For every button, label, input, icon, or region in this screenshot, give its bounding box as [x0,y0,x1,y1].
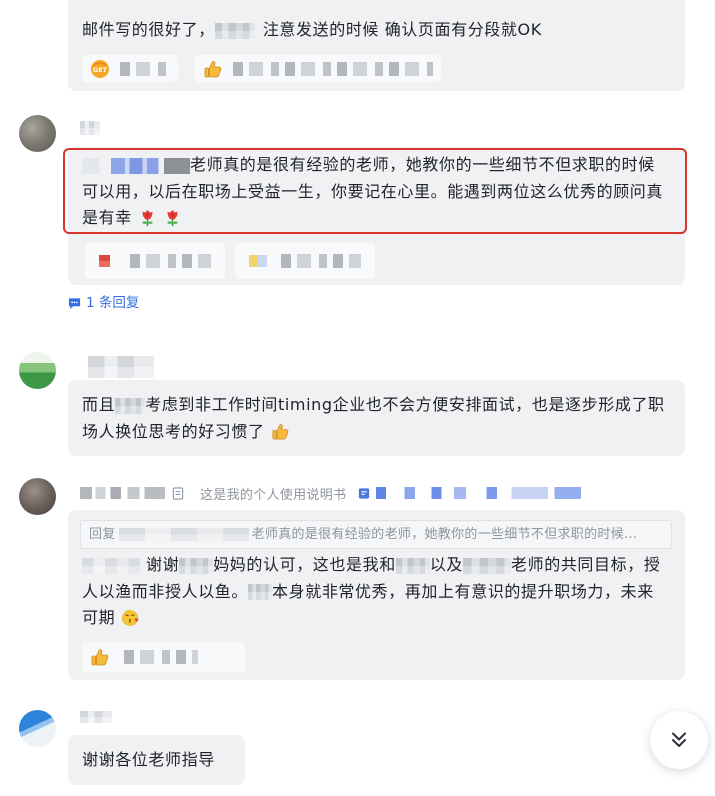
redacted-blur [281,254,361,268]
redacted-blur [179,557,214,574]
comment-text-segment: 妈妈的认可，这也是我和 [213,555,396,574]
comment-bubble: 回复 老师真的是很有经验的老师，她教你的一些细节不但求职的时候... 谢谢 妈妈的认… [68,510,685,680]
avatar[interactable] [19,115,56,152]
author-name[interactable] [80,711,112,723]
comment-text-segment: 而且 [82,395,116,414]
reaction-pill[interactable] [195,55,441,82]
double-chevron-down-icon [672,732,686,747]
comment-thread: 邮件写的很好了， 注意发送的时候 确认页面有分段就OK GET 老师真的是很有经… [0,0,715,796]
redacted-blur [118,528,249,541]
author-name[interactable] [80,121,100,135]
redacted-blur [129,254,211,268]
reaction-row [82,642,245,672]
thumbs-up-icon [91,649,109,666]
redacted-blur [214,22,255,39]
reply-count-label: 1 条回复 [86,295,140,311]
redacted-blur [99,255,110,267]
document-link-icon[interactable] [358,487,370,500]
comment-bubble: 老师真的是很有经验的老师，她教你的一些细节不但求职的时候可以用，以后在职场上受益… [68,147,685,285]
rose-icon [142,209,153,227]
comment-text-segment: 考虑到非工作时间timing企业也不会方便安排面试，也是逐步形成了职场人换位思考… [82,395,665,441]
reaction-pill[interactable] [82,642,245,672]
thumbs-up-icon [272,423,288,439]
redacted-blur [233,61,433,76]
author-signature: 这是我的个人使用说明书 [200,487,347,503]
reaction-pill[interactable] [235,243,375,279]
avatar[interactable] [19,352,56,389]
avatar[interactable] [19,478,56,515]
avatar[interactable] [19,710,56,747]
comment-text: 邮件写的很好了， 注意发送的时候 确认页面有分段就OK [82,17,667,44]
reply-count-link[interactable]: 1 条回复 [68,294,139,312]
quote-text: 老师真的是很有经验的老师，她教你的一些细节不但求职的时候... [251,527,638,542]
get-emoji-icon: GET [91,59,109,78]
comment-bubble: 邮件写的很好了， 注意发送的时候 确认页面有分段就OK GET [68,0,685,91]
redacted-blur [248,584,273,600]
comment-text-segment: 邮件写的很好了， [82,20,215,39]
redacted-blur [120,61,170,76]
redacted-blur [376,487,582,499]
comment-bubble: 谢谢各位老师指导 [68,735,245,785]
comment-text: 而且 考虑到非工作时间timing企业也不会方便安排面试，也是逐步形成了职场人换位… [82,392,667,445]
comment-bubble: 而且 考虑到非工作时间timing企业也不会方便安排面试，也是逐步形成了职场人换位… [68,380,685,456]
quote-prefix: 回复 [89,527,116,542]
comment-text-segment: 谢谢 [146,555,180,574]
author-name[interactable] [80,487,165,499]
get-emoji-label: GET [93,66,108,74]
thumbs-up-icon [204,60,222,77]
redacted-blur [124,650,198,664]
blowing-kiss-icon [122,610,139,626]
comment-text: 谢谢各位老师指导 [82,747,227,774]
comment-text-segment: 注意发送的时候 确认页面有分段就OK [262,20,542,39]
redacted-blur [82,557,140,574]
redacted-blur [395,557,430,574]
redacted-blur [249,255,267,267]
redacted-blur [463,557,512,574]
quoted-reply[interactable]: 回复 老师真的是很有经验的老师，她教你的一些细节不但求职的时候... [80,520,672,549]
comment-text: 老师真的是很有经验的老师，她教你的一些细节不但求职的时候可以用，以后在职场上受益… [82,152,667,232]
page-icon [172,486,184,500]
redacted-blur [115,397,146,414]
reaction-pill[interactable] [85,243,225,279]
author-name[interactable] [88,356,154,378]
reaction-row: GET [82,55,458,82]
comment-icon [68,297,81,309]
comment-text: 谢谢 妈妈的认可，这也是我和 以及 老师的共同目标，授人以渔而非授人以鱼。 本身就非常优… [82,552,667,632]
reaction-row [85,243,385,279]
redacted-blur [82,157,190,174]
scroll-to-bottom-button[interactable] [650,711,708,769]
comment-text-segment: 以及 [429,555,464,574]
rose-icon [167,209,178,227]
reaction-pill[interactable]: GET [82,55,178,82]
author-row: 这是我的个人使用说明书 [80,484,582,503]
comment-text-segment: 谢谢各位老师指导 [82,750,215,769]
